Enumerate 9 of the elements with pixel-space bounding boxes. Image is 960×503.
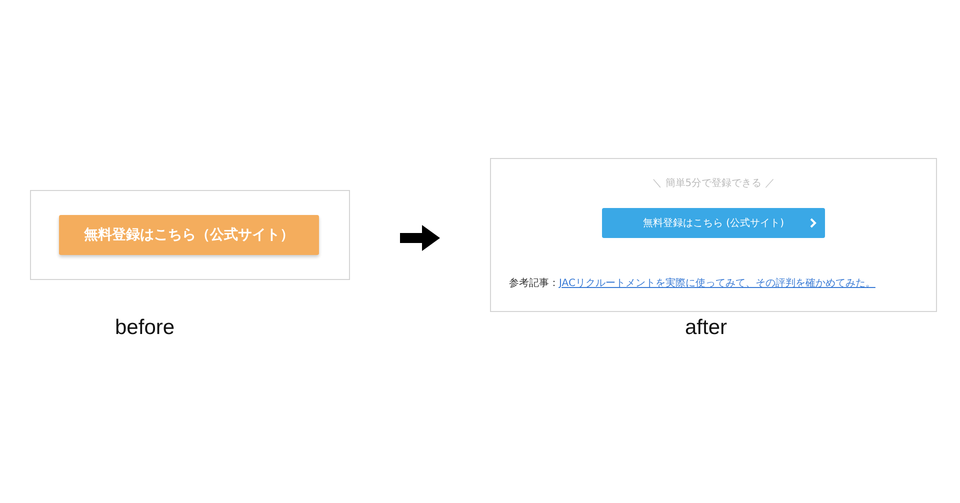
before-label: before [115,316,176,340]
after-label: after [685,316,728,340]
arrow-icon [400,225,440,251]
register-button[interactable]: 無料登録はこちら (公式サイト) [602,208,825,238]
chevron-icon [810,218,817,228]
register-button[interactable]: 無料登録はこちら（公式サイト） [59,215,319,255]
article-link[interactable]: JACリクルートメントを実際に使ってみて、その評判を確かめてみた。 [559,276,876,290]
headline: ＼ 簡単5分で登録できる ／ [652,177,775,190]
reference-label: 参考記事： [509,276,559,290]
